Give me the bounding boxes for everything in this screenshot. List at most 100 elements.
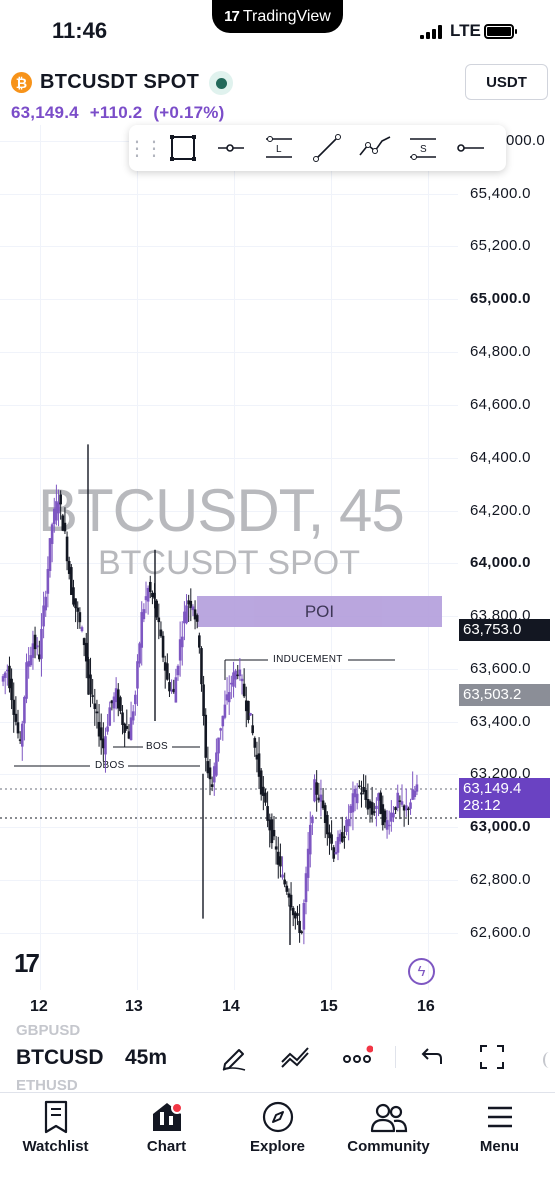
indicators-button[interactable]	[279, 1040, 313, 1074]
candle-body	[223, 704, 227, 718]
candle-body	[298, 920, 301, 933]
candle-body	[180, 636, 184, 648]
more-button[interactable]	[340, 1040, 374, 1074]
path-tool-button[interactable]	[351, 125, 399, 171]
candle-body	[372, 811, 376, 813]
candle-body	[415, 784, 419, 792]
candle-body	[204, 714, 208, 758]
tab-chart[interactable]: Chart	[111, 1100, 222, 1155]
symbol-selector[interactable]: BTCUSD	[16, 1046, 106, 1070]
scroll-more-icon	[543, 1052, 555, 1068]
menu-icon	[485, 1100, 515, 1134]
candle-body	[76, 607, 80, 612]
candle-body	[217, 737, 220, 754]
candle-body	[198, 635, 201, 648]
x-axis-label: 15	[320, 998, 338, 1015]
candle-body	[134, 694, 137, 705]
tab-label: Watchlist	[22, 1138, 89, 1155]
candle-body	[358, 785, 361, 788]
candle-body	[10, 678, 13, 701]
candle-body	[35, 645, 39, 648]
lightning-icon[interactable]: ϟ	[408, 958, 435, 985]
candle-body	[14, 713, 18, 722]
tab-community[interactable]: Community	[333, 1100, 444, 1155]
watchlist-icon	[42, 1100, 70, 1134]
candle-body	[253, 738, 257, 748]
candle-body	[40, 628, 43, 659]
inducement-price-tag: 63,503.2	[459, 684, 550, 706]
candle-body	[396, 792, 400, 809]
candle-body	[44, 596, 48, 611]
candle-body	[375, 805, 378, 810]
last-price-tag: 63,149.4 28:12	[459, 778, 550, 818]
candle-body	[279, 856, 282, 867]
short-position-tool-button[interactable]: S	[399, 125, 447, 171]
candle-body	[78, 612, 82, 623]
rectangle-tool-button[interactable]	[159, 125, 207, 171]
timeframe-selector[interactable]: 45m	[125, 1046, 167, 1070]
candle-body	[364, 790, 368, 800]
candle-body	[119, 697, 122, 712]
candle-body	[99, 727, 103, 741]
drawing-tools-button[interactable]	[217, 1040, 251, 1074]
horizontal-ray-tool-button[interactable]	[207, 125, 255, 171]
tab-watchlist[interactable]: Watchlist	[0, 1100, 111, 1155]
candle-body	[264, 792, 267, 803]
drag-handle-icon[interactable]: ⋮⋮	[127, 125, 164, 171]
long-position-tool-button[interactable]: L	[255, 125, 303, 171]
candle-body	[195, 615, 199, 622]
candle-body	[360, 792, 363, 795]
bar-countdown: 28:12	[463, 797, 501, 814]
tab-explore[interactable]: Explore	[222, 1100, 333, 1155]
trend-line-tool-button[interactable]	[303, 125, 351, 171]
candle-body	[240, 678, 244, 682]
candle-body	[108, 707, 112, 726]
candle-body	[227, 692, 231, 703]
candle-body	[168, 682, 171, 692]
candle-body	[174, 677, 178, 703]
candle-body	[355, 793, 359, 804]
candle-body	[409, 802, 412, 809]
y-axis-label: 63,400.0	[470, 713, 531, 730]
path-icon	[359, 136, 391, 156]
long-position-icon: L	[266, 136, 292, 158]
toolbar-divider	[395, 1046, 396, 1068]
symbol-scroll-previous: GBPUSD	[16, 1022, 81, 1039]
x-axis-label: 13	[125, 998, 143, 1015]
fullscreen-button[interactable]	[475, 1040, 509, 1074]
candle-body	[89, 674, 92, 695]
candle-body	[16, 722, 20, 734]
fullscreen-icon	[480, 1045, 504, 1069]
tradingview-watermark-logo: 17	[14, 948, 40, 978]
horizontal-line-tool-button[interactable]	[447, 125, 495, 171]
candle-body	[202, 684, 205, 716]
tab-menu[interactable]: Menu	[444, 1100, 555, 1155]
candle-body	[326, 814, 329, 835]
candle-body	[281, 874, 284, 878]
undo-icon	[421, 1048, 442, 1064]
x-axis-label: 12	[30, 998, 48, 1015]
svg-text:S: S	[420, 144, 427, 155]
candle-body	[392, 812, 395, 818]
undo-button[interactable]	[413, 1040, 447, 1074]
tab-label: Menu	[479, 1138, 520, 1155]
candle-body	[370, 802, 374, 815]
short-position-icon: S	[410, 138, 436, 160]
y-axis-label: 63,600.0	[470, 660, 531, 677]
candle-body	[210, 784, 214, 787]
tab-label: Chart	[146, 1138, 187, 1155]
candle-body	[289, 894, 293, 908]
candle-body	[208, 767, 212, 780]
x-axis-label: 16	[417, 998, 435, 1015]
pen-icon	[222, 1049, 246, 1071]
candle-body	[296, 913, 299, 916]
tab-label: Explore	[249, 1138, 306, 1155]
last-price-tag-value: 63,149.4	[463, 780, 522, 797]
compass-icon	[261, 1100, 295, 1134]
candle-body	[283, 879, 286, 885]
candle-body	[330, 834, 333, 844]
candle-body	[238, 669, 242, 677]
candle-body	[200, 648, 203, 685]
candle-body	[106, 726, 109, 732]
candle-body	[65, 536, 69, 562]
